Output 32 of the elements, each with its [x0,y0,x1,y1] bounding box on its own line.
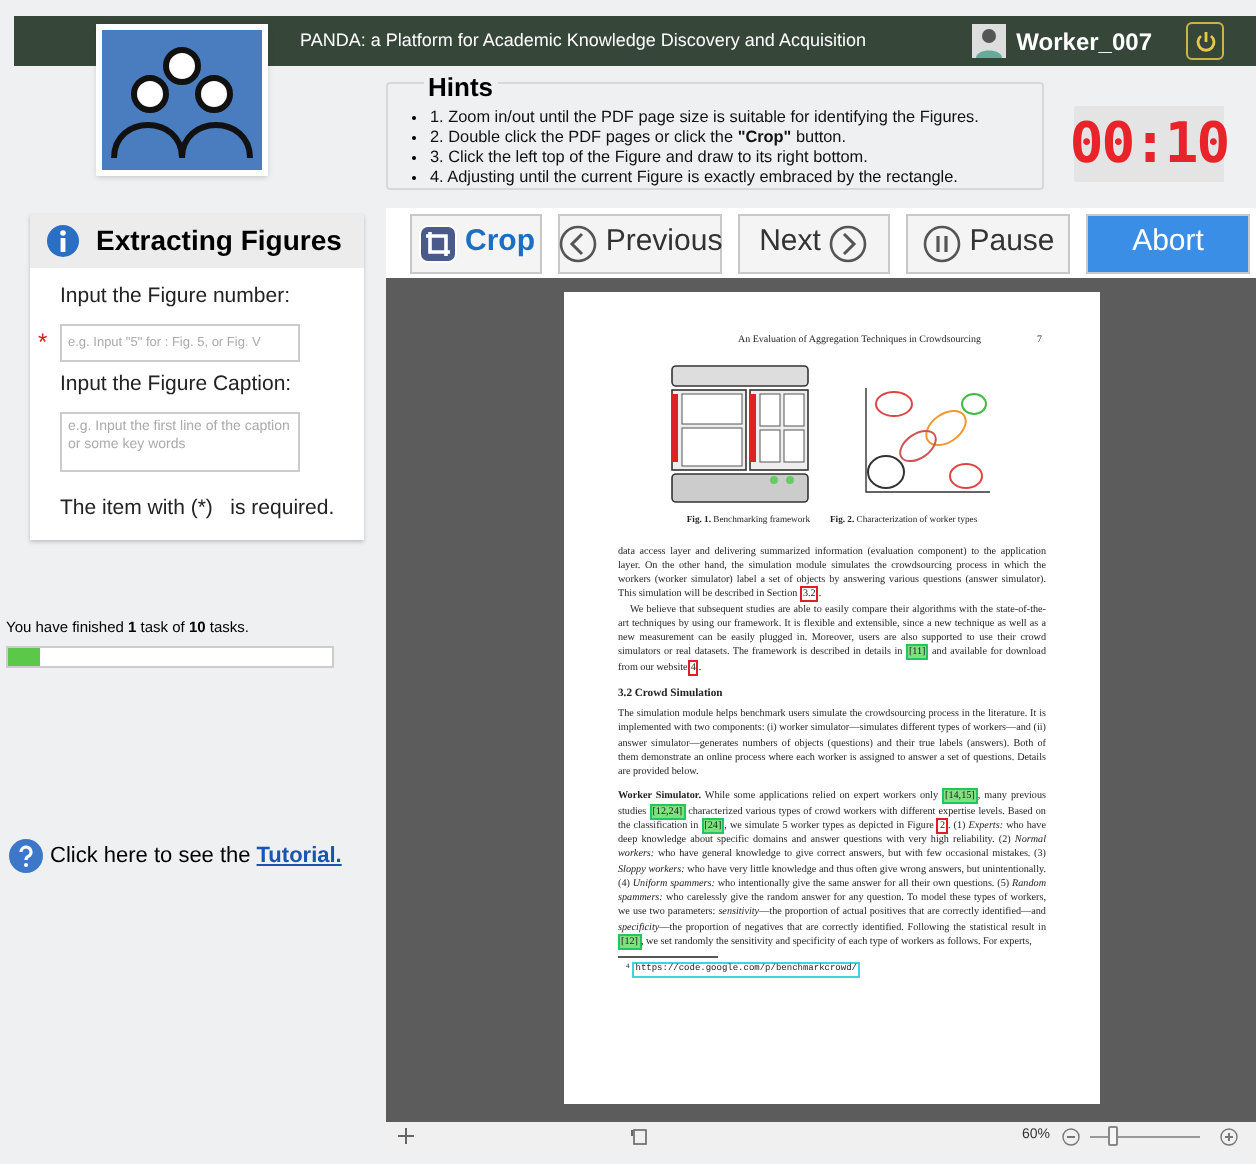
page-icon [630,1127,648,1145]
move-icon [398,1128,414,1144]
field-label: Input the Figure Caption: [60,369,294,400]
pause-button[interactable]: Pause [906,213,1070,273]
app-title: PANDA: a Platform for Academic Knowledge Discovery and Acquisition [300,27,868,54]
slider-thumb[interactable] [1107,1126,1118,1146]
hint-item: 3. Click the left top of the Figure and draw to its right bottom. [430,148,868,168]
user-name: Worker_007 [1016,25,1152,59]
field-label: Input the Figure number: [60,282,292,312]
required-note: The item with (*) is required. [60,494,337,525]
power-icon [1193,29,1217,53]
power-button[interactable] [1186,22,1224,60]
zoom-out-icon[interactable] [1062,1127,1081,1145]
countdown-timer: 00:10 [1074,106,1224,182]
panel-title: Extracting Figures [96,222,342,260]
user-avatar-icon [972,24,1007,58]
hint-item: 2. Double click the PDF pages or click the "Crop" button. [430,128,847,148]
required-mark: * [38,326,50,361]
previous-button[interactable]: Previous [558,213,722,273]
hint-item: 4. Adjusting until the current Figure is exactly embraced by the rectangle. [430,168,958,188]
hint-item: 1. Zoom in/out until the PDF page size is suitable for identifying the Figures. [430,108,979,128]
tutorial-link[interactable]: Tutorial. [256,840,342,873]
zoom-slider[interactable] [1090,1126,1201,1146]
pause-icon [921,223,962,263]
framework-diagram-drawing [670,364,810,505]
crop-button[interactable]: Crop [410,213,542,273]
info-icon [46,224,80,258]
crop-icon [417,223,457,263]
zoom-in-icon[interactable] [1220,1127,1239,1145]
help-icon [8,838,44,875]
next-button[interactable]: Next [738,213,890,273]
tutorial-text: Click here to see the [50,842,251,872]
